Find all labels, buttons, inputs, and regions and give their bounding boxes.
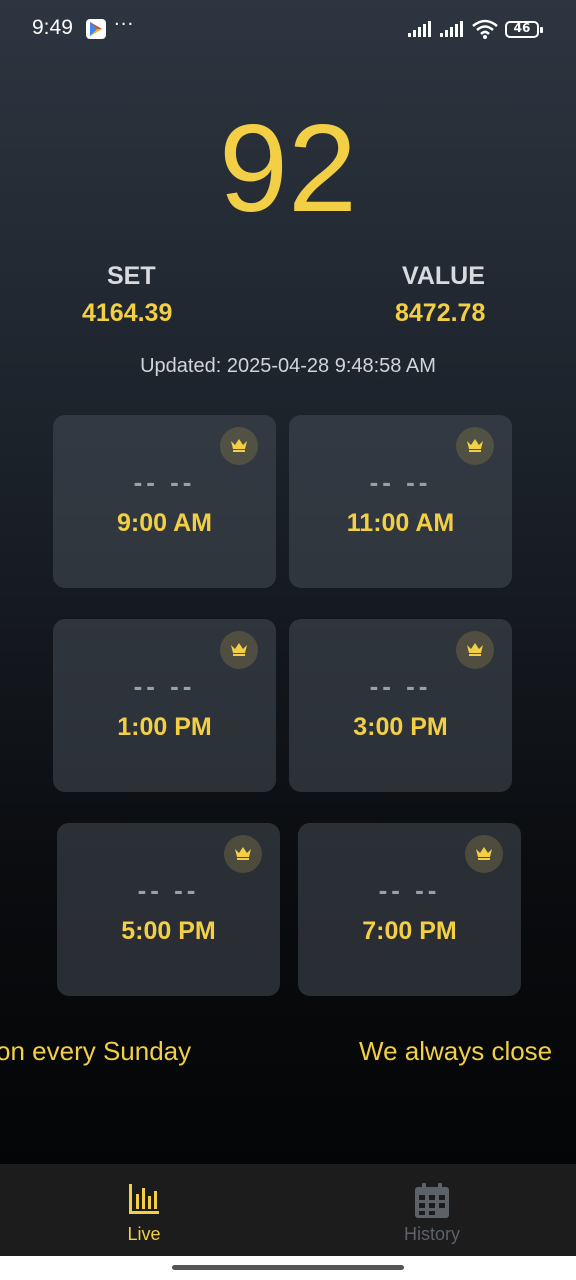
gesture-bar [0,1256,576,1280]
card-result: -- -- [369,671,432,701]
bottom-nav: Live History [0,1164,576,1256]
result-card-0900[interactable]: -- -- 9:00 AM [53,415,276,588]
home-indicator[interactable] [172,1265,404,1270]
signal-icon-2 [440,21,463,37]
nav-label-history: History [403,1224,460,1244]
set-label: SET [107,262,156,290]
card-result: -- -- [133,467,196,497]
card-time: 5:00 PM [121,917,216,945]
crown-icon [465,835,503,873]
value-value: 8472.78 [395,299,486,327]
set-value: 4164.39 [82,299,173,327]
crown-icon [456,631,494,669]
marquee-text-left: on every Sunday [0,1036,192,1066]
status-bar: 9:49 ··· 46 [0,0,576,60]
nav-label-live: Live [127,1224,161,1244]
result-card-1300[interactable]: -- -- 1:00 PM [53,619,276,792]
main-number: 92 [219,100,357,238]
result-card-1900[interactable]: -- -- 7:00 PM [298,823,521,996]
nav-tab-live[interactable]: Live [0,1164,288,1256]
card-result: -- -- [369,467,432,497]
marquee-text-right: We always close [359,1036,553,1066]
card-time: 1:00 PM [117,713,212,741]
crown-icon [456,427,494,465]
value-label: VALUE [402,262,485,290]
play-store-icon [86,19,106,39]
card-result: -- -- [378,875,441,905]
card-time: 9:00 AM [117,509,212,537]
card-time: 3:00 PM [353,713,448,741]
crown-icon [220,631,258,669]
wifi-icon [472,19,498,39]
card-result: -- -- [137,875,200,905]
card-time: 7:00 PM [362,917,457,945]
card-time: 11:00 AM [346,509,455,537]
app-screen: 9:49 ··· 46 92 SET 4164.39 VALUE 8472.78… [0,0,576,1164]
result-card-1100[interactable]: -- -- 11:00 AM [289,415,512,588]
nav-tab-history[interactable]: History [288,1164,576,1256]
battery-level: 46 [513,21,531,35]
result-card-1500[interactable]: -- -- 3:00 PM [289,619,512,792]
card-result: -- -- [133,671,196,701]
result-card-1700[interactable]: -- -- 5:00 PM [57,823,280,996]
more-notifications-icon: ··· [114,14,135,35]
updated-timestamp: Updated: 2025-04-28 9:48:58 AM [140,355,436,377]
crown-icon [224,835,262,873]
crown-icon [220,427,258,465]
battery-icon: 46 [505,21,543,38]
signal-icon [408,21,431,37]
status-time: 9:49 [32,16,73,39]
bar-chart-icon [129,1184,159,1214]
calendar-icon [415,1183,449,1218]
